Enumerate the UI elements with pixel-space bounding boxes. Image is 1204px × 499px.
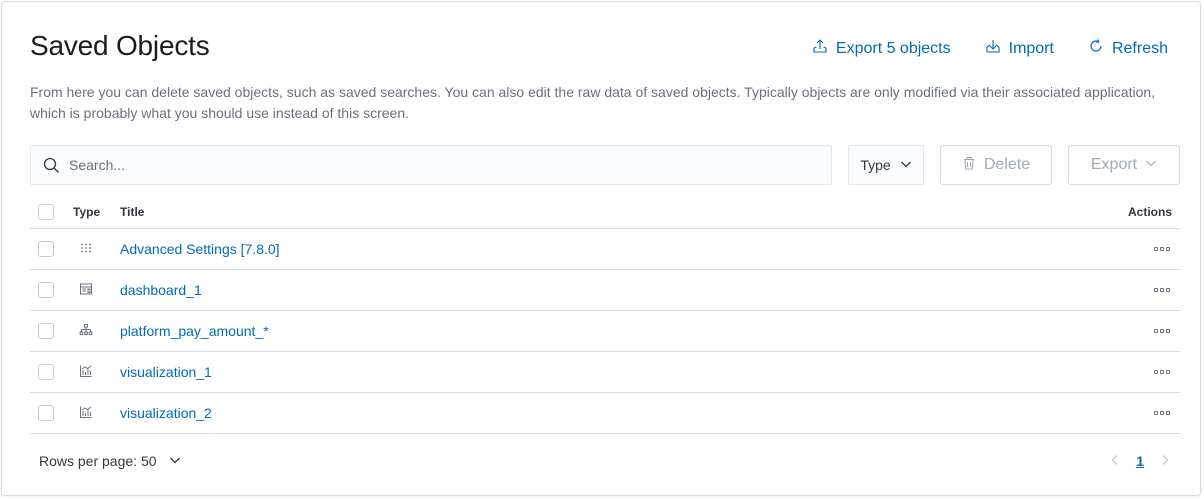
chevron-down-icon	[1145, 156, 1157, 174]
pagination: 1	[1110, 453, 1170, 469]
delete-label: Delete	[983, 156, 1031, 173]
column-header-title[interactable]: Title	[120, 205, 1100, 219]
type-filter-label: Type	[860, 157, 891, 173]
saved-objects-table: Type Title Actions Advanced Settings [7.…	[30, 195, 1180, 434]
type-filter-button[interactable]: Type	[848, 145, 924, 185]
row-title-link[interactable]: visualization_2	[120, 405, 212, 421]
row-title-link[interactable]: platform_pay_amount_*	[120, 323, 269, 339]
dashboard-icon	[73, 282, 93, 299]
previous-page-icon[interactable]	[1110, 453, 1120, 469]
rows-per-page-label: Rows per page: 50	[39, 453, 157, 469]
row-title-link[interactable]: Advanced Settings [7.8.0]	[120, 241, 280, 257]
select-all-checkbox[interactable]	[38, 203, 54, 220]
row-title-link[interactable]: visualization_1	[120, 364, 212, 380]
delete-button[interactable]: Delete	[940, 145, 1052, 185]
export-all-label: Export 5 objects	[835, 39, 951, 57]
visualization-icon	[73, 364, 93, 381]
table-row: Advanced Settings [7.8.0]	[30, 229, 1180, 270]
table-row: visualization_2	[30, 393, 1180, 434]
page-number-current[interactable]: 1	[1136, 453, 1144, 469]
advanced-settings-icon	[73, 241, 93, 258]
page-description: From here you can delete saved objects, …	[30, 84, 1156, 121]
row-actions-icon[interactable]	[1152, 245, 1172, 253]
export-button[interactable]: Export	[1068, 145, 1180, 185]
row-checkbox[interactable]	[38, 323, 54, 339]
import-button[interactable]: Import	[985, 38, 1054, 59]
row-checkbox[interactable]	[38, 241, 54, 257]
chevron-down-icon	[900, 157, 912, 173]
refresh-icon	[1088, 38, 1104, 59]
saved-objects-panel: Saved Objects Export 5 objects Import Re…	[1, 1, 1201, 496]
row-checkbox[interactable]	[38, 405, 54, 421]
export-icon	[812, 38, 828, 59]
table-row: dashboard_1	[30, 270, 1180, 311]
visualization-icon	[73, 405, 93, 422]
chevron-down-icon	[165, 453, 181, 469]
search-box	[30, 145, 832, 185]
index-pattern-icon	[73, 323, 93, 340]
refresh-label: Refresh	[1111, 39, 1168, 57]
export-all-button[interactable]: Export 5 objects	[812, 38, 951, 59]
refresh-button[interactable]: Refresh	[1088, 38, 1168, 59]
table-header: Type Title Actions	[30, 195, 1180, 229]
import-icon	[985, 38, 1001, 59]
row-checkbox[interactable]	[38, 364, 54, 380]
row-actions-icon[interactable]	[1152, 327, 1172, 335]
row-actions-icon[interactable]	[1152, 409, 1172, 417]
export-label: Export	[1090, 156, 1138, 173]
table-row: platform_pay_amount_*	[30, 311, 1180, 352]
header-actions: Export 5 objects Import Refresh	[812, 38, 1168, 59]
row-actions-icon[interactable]	[1152, 286, 1172, 294]
search-input[interactable]	[69, 146, 819, 184]
trash-icon	[962, 156, 976, 175]
row-title-link[interactable]: dashboard_1	[120, 282, 202, 298]
table-row: visualization_1	[30, 352, 1180, 393]
row-actions-icon[interactable]	[1152, 368, 1172, 376]
import-label: Import	[1008, 39, 1054, 57]
next-page-icon[interactable]	[1160, 453, 1170, 469]
rows-per-page-button[interactable]: Rows per page: 50	[39, 453, 181, 469]
row-checkbox[interactable]	[38, 282, 54, 298]
column-header-type[interactable]: Type	[62, 205, 120, 219]
page-title: Saved Objects	[30, 30, 210, 61]
column-header-actions: Actions	[1127, 204, 1172, 219]
